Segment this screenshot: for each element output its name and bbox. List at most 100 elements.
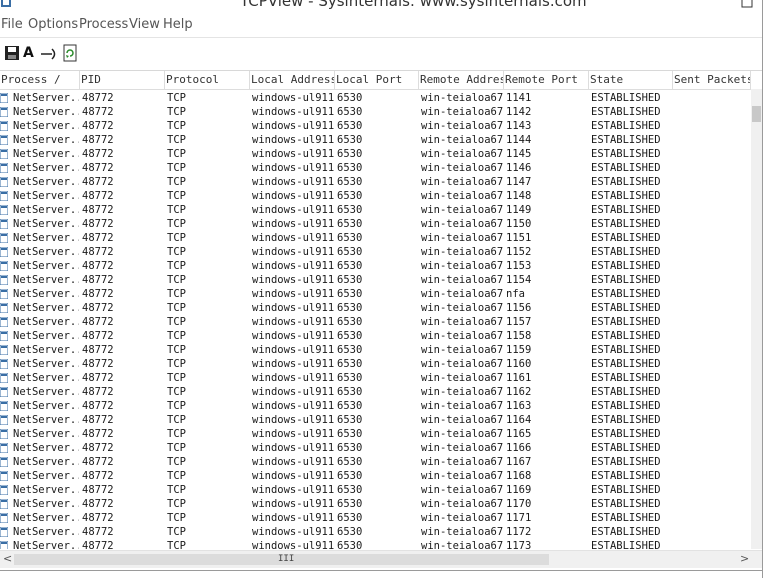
table-row[interactable]: NetServer...48772 TCP windows-ul911r26530 w… (0, 105, 751, 119)
cell-local-port: 6530 (337, 512, 363, 524)
cell-pid: 48772 (82, 134, 114, 146)
cell-pid: 48772 (82, 232, 114, 244)
header-col-pid[interactable]: PID (80, 71, 165, 89)
table-row[interactable]: NetServer...48772 TCP windows-ul911r26530 w… (0, 427, 751, 441)
header-col-local-address[interactable]: Local Address (250, 71, 335, 89)
menu-options[interactable]: Options (28, 17, 78, 32)
cell-process: NetServer... (13, 540, 79, 549)
table-row[interactable]: NetServer...48772 TCP windows-ul911r26530 w… (0, 119, 751, 133)
cell-remote-port: 1165 (506, 428, 532, 440)
refresh-icon[interactable] (61, 44, 79, 62)
header-col-local-port[interactable]: Local Port (335, 71, 419, 89)
cell-state: ESTABLISHED (591, 442, 661, 454)
cell-remote-address: win-teialoa674m (421, 190, 503, 202)
process-icon (0, 499, 8, 509)
cell-state: ESTABLISHED (591, 512, 661, 524)
table-row[interactable]: NetServer...48772 TCP windows-ul911r26530 w… (0, 245, 751, 259)
cell-process: NetServer... (13, 344, 79, 356)
table-row[interactable]: NetServer...48772 TCP windows-ul911r26530 w… (0, 539, 751, 549)
vertical-scrollbar[interactable] (751, 89, 762, 549)
table-row[interactable]: NetServer...48772 TCP windows-ul911r26530 w… (0, 231, 751, 245)
table-row[interactable]: NetServer...48772 TCP windows-ul911r26530 w… (0, 343, 751, 357)
cell-remote-address: win-teialoa674m (421, 484, 503, 496)
table-row[interactable]: NetServer...48772 TCP windows-ul911r26530 w… (0, 273, 751, 287)
cell-local-address: windows-ul911r2 (252, 540, 334, 549)
cell-local-address: windows-ul911r2 (252, 442, 334, 454)
table-row[interactable]: NetServer...48772 TCP windows-ul911r26530 w… (0, 133, 751, 147)
header-col-process[interactable]: Process / (0, 71, 80, 89)
scroll-right-arrow-icon[interactable]: > (740, 552, 749, 565)
table-row[interactable]: NetServer...48772 TCP windows-ul911r26530 w… (0, 287, 751, 301)
cell-pid: 48772 (82, 302, 114, 314)
table-row[interactable]: NetServer...48772 TCP windows-ul911r26530 w… (0, 469, 751, 483)
save-icon[interactable] (3, 44, 21, 62)
process-icon (0, 303, 8, 313)
cell-pid: 48772 (82, 246, 114, 258)
cell-pid: 48772 (82, 106, 114, 118)
scroll-left-arrow-icon[interactable]: < (3, 552, 12, 565)
table-row[interactable]: NetServer...48772 TCP windows-ul911r26530 w… (0, 329, 751, 343)
process-icon (0, 471, 8, 481)
table-row[interactable]: NetServer...48772 TCP windows-ul911r26530 w… (0, 91, 751, 105)
cell-state: ESTABLISHED (591, 246, 661, 258)
menu-process[interactable]: Process (79, 17, 128, 32)
table-row[interactable]: NetServer...48772 TCP windows-ul911r26530 w… (0, 217, 751, 231)
table-row[interactable]: NetServer...48772 TCP windows-ul911r26530 w… (0, 385, 751, 399)
table-row[interactable]: NetServer...48772 TCP windows-ul911r26530 w… (0, 301, 751, 315)
process-icon (0, 163, 8, 173)
cell-protocol: TCP (167, 540, 186, 549)
cell-remote-port: 1154 (506, 274, 532, 286)
table-row[interactable]: NetServer...48772 TCP windows-ul911r26530 w… (0, 399, 751, 413)
cell-protocol: TCP (167, 400, 186, 412)
header-col-remote-address[interactable]: Remote Address (419, 71, 504, 89)
cell-remote-port: 1171 (506, 512, 532, 524)
autoscroll-icon[interactable]: A (23, 45, 41, 63)
process-icon (0, 289, 8, 299)
cell-remote-port: 1173 (506, 540, 532, 549)
process-icon (0, 205, 8, 215)
table-row[interactable]: NetServer...48772 TCP windows-ul911r26530 w… (0, 525, 751, 539)
cell-pid: 48772 (82, 176, 114, 188)
table-row[interactable]: NetServer...48772 TCP windows-ul911r26530 w… (0, 161, 751, 175)
cell-local-address: windows-ul911r2 (252, 162, 334, 174)
header-col-sent-packets[interactable]: Sent Packets (673, 71, 751, 89)
cell-process: NetServer... (13, 148, 79, 160)
table-row[interactable]: NetServer...48772 TCP windows-ul911r26530 w… (0, 357, 751, 371)
table-row[interactable]: NetServer...48772 TCP windows-ul911r26530 w… (0, 315, 751, 329)
table-row[interactable]: NetServer...48772 TCP windows-ul911r26530 w… (0, 147, 751, 161)
menu-help[interactable]: Help (163, 17, 193, 32)
window-title: TCPView - Sysinternals: www.sysinternals… (240, 0, 587, 10)
header-col-protocol[interactable]: Protocol (165, 71, 250, 89)
table-row[interactable]: NetServer...48772 TCP windows-ul911r26530 w… (0, 175, 751, 189)
header-col-remote-port[interactable]: Remote Port (504, 71, 589, 89)
table-row[interactable]: NetServer...48772 TCP windows-ul911r26530 w… (0, 371, 751, 385)
vertical-scroll-thumb[interactable] (752, 106, 761, 122)
cell-pid: 48772 (82, 218, 114, 230)
table-row[interactable]: NetServer...48772 TCP windows-ul911r26530 w… (0, 497, 751, 511)
header-col-state[interactable]: State (589, 71, 673, 89)
connect-icon[interactable] (40, 44, 58, 62)
cell-local-port: 6530 (337, 540, 363, 549)
menu-view[interactable]: View (129, 17, 160, 32)
maximize-icon[interactable] (738, 0, 756, 10)
cell-remote-port: 1156 (506, 302, 532, 314)
cell-process: NetServer... (13, 512, 79, 524)
table-row[interactable]: NetServer...48772 TCP windows-ul911r26530 w… (0, 441, 751, 455)
cell-remote-port: 1150 (506, 218, 532, 230)
horizontal-scrollbar[interactable]: < III > (0, 550, 762, 568)
cell-protocol: TCP (167, 204, 186, 216)
cell-process: NetServer... (13, 120, 79, 132)
cell-local-address: windows-ul911r2 (252, 274, 334, 286)
menu-file[interactable]: File (1, 17, 23, 32)
table-row[interactable]: NetServer...48772 TCP windows-ul911r26530 w… (0, 511, 751, 525)
table-row[interactable]: NetServer...48772 TCP windows-ul911r26530 w… (0, 455, 751, 469)
table-row[interactable]: NetServer...48772 TCP windows-ul911r26530 w… (0, 203, 751, 217)
cell-local-address: windows-ul911r2 (252, 330, 334, 342)
cell-pid: 48772 (82, 470, 114, 482)
table-row[interactable]: NetServer...48772 TCP windows-ul911r26530 w… (0, 413, 751, 427)
table-row[interactable]: NetServer...48772 TCP windows-ul911r26530 w… (0, 259, 751, 273)
process-icon (0, 219, 8, 229)
cell-state: ESTABLISHED (591, 470, 661, 482)
table-row[interactable]: NetServer...48772 TCP windows-ul911r26530 w… (0, 189, 751, 203)
table-row[interactable]: NetServer...48772 TCP windows-ul911r26530 w… (0, 483, 751, 497)
